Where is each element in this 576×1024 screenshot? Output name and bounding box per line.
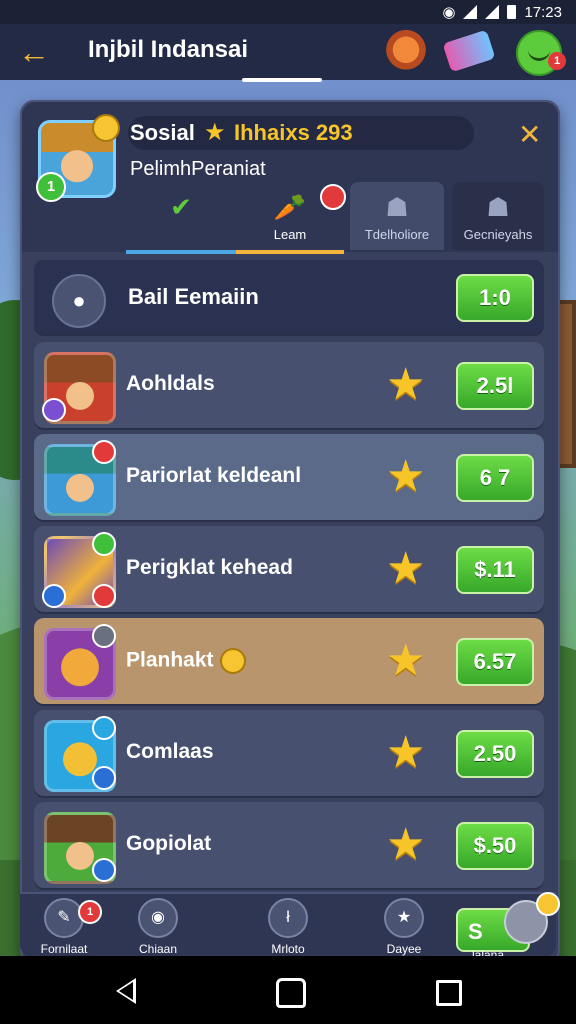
pen-icon: ✎ — [44, 898, 84, 938]
coin-badge-icon — [92, 114, 120, 142]
item-name: Pariorlat keldeanl — [126, 464, 302, 487]
nav-label: Fornilaat — [40, 942, 88, 956]
nav-label: Chiaan — [138, 942, 178, 956]
nav-label: Dayee — [386, 942, 422, 956]
star-nav-icon: ★ — [384, 898, 424, 938]
tab-badge — [320, 184, 346, 210]
score-button[interactable]: 2.50 — [456, 730, 534, 778]
fox-avatar-icon[interactable] — [384, 30, 428, 74]
tab-leam[interactable]: 🥕 Leam — [236, 182, 346, 254]
profile-name: Sosial — [130, 120, 195, 145]
item-name: Planhakt — [126, 648, 246, 674]
list-item-highlighted[interactable]: Planhakt ★ 6.57 — [34, 618, 544, 704]
panel-header: 1 Sosial ★ Ihhaixs 293 ✕ PelimhPeraniat … — [22, 102, 558, 254]
system-home-icon[interactable] — [276, 978, 306, 1008]
status-dot-icon — [92, 624, 116, 648]
score-button[interactable]: $.11 — [456, 546, 534, 594]
star-icon: ★ — [386, 820, 426, 869]
gem-icon[interactable] — [442, 29, 496, 73]
eye-icon: ◉ — [138, 898, 178, 938]
score-button[interactable]: 6.57 — [456, 638, 534, 686]
list-item[interactable]: Gopiolat ★ $.50 — [34, 802, 544, 888]
score-button[interactable]: 6 7 — [456, 454, 534, 502]
list-item[interactable]: Pariorlat keldeanl ★ 6 7 — [34, 434, 544, 520]
close-icon[interactable]: ✕ — [518, 118, 541, 151]
nav-item-chiaan[interactable]: ◉ Chiaan — [118, 898, 198, 956]
star-icon: ★ — [386, 360, 426, 409]
coin-icon — [219, 648, 246, 674]
list-item[interactable]: Aohldals ★ 2.5l — [34, 342, 544, 428]
group-gear-icon: ☗ — [486, 192, 510, 222]
tool-icon: ł — [268, 898, 308, 938]
battery-icon — [507, 5, 517, 19]
signal-icon — [463, 5, 478, 19]
list-header-label: Bail Eemaiin — [128, 284, 259, 309]
score-button[interactable]: 2.5l — [456, 362, 534, 410]
tab-bar: ✔ 🥕 Leam ☗ Tdelholiore ☗ Gecnieyahs — [126, 182, 544, 254]
status-icons: ◉ 17:23 — [442, 3, 562, 22]
star-icon: ★ — [386, 452, 426, 501]
item-name-text: Planhakt — [126, 648, 214, 672]
chat-bubble-icon: ● — [52, 274, 106, 328]
bottom-nav: ✎ Fornilaat 1 ◉ Chiaan ł Mrloto ★ Dayee … — [20, 892, 560, 962]
list-header-score[interactable]: 1:0 — [456, 274, 534, 322]
alert-badge-icon — [92, 584, 116, 608]
carrot-icon: 🥕 — [273, 192, 307, 222]
star-icon: ★ — [386, 636, 426, 685]
score-button[interactable]: $.50 — [456, 822, 534, 870]
profile-rank: Ihhaixs 293 — [234, 120, 353, 145]
star-icon: ★ — [386, 728, 426, 777]
item-name: Aohldals — [126, 372, 215, 395]
page-title: Injbil Indansai — [88, 36, 249, 63]
plus-badge-icon — [42, 398, 66, 422]
system-recents-icon[interactable] — [436, 980, 462, 1006]
tab-label: Gecnieyahs — [463, 227, 533, 242]
star-icon: ★ — [204, 119, 226, 146]
group-icon: ☗ — [385, 192, 409, 222]
nav-item-dayee[interactable]: ★ Dayee — [364, 898, 444, 956]
system-nav-bar — [0, 956, 576, 1024]
list-item[interactable]: Comlaas ★ 2.50 — [34, 710, 544, 796]
list-header-row[interactable]: ● Bail Eemaiin 1:0 — [34, 260, 544, 334]
item-name: Comlaas — [126, 740, 214, 763]
item-name: Perigklat kehead — [126, 556, 293, 579]
nav-item-mrloto[interactable]: ł Mrloto — [248, 898, 328, 956]
smile-badge-icon — [536, 892, 560, 916]
notification-badge: 1 — [548, 52, 566, 70]
tab-label: Leam — [273, 227, 307, 242]
check-badge-icon — [92, 716, 116, 740]
drag-handle[interactable] — [242, 78, 322, 82]
status-bar: ◉ 17:23 — [0, 0, 576, 24]
tab-label: Tdelholiore — [364, 227, 430, 242]
level-badge: 1 — [36, 172, 66, 202]
item-name: Gopiolat — [126, 832, 212, 855]
signal-icon-2 — [485, 5, 500, 19]
social-panel: 1 Sosial ★ Ihhaixs 293 ✕ PelimhPeraniat … — [20, 100, 560, 964]
nav-badge: 1 — [78, 900, 102, 924]
alert-badge-icon — [92, 440, 116, 464]
top-bar: ← Injbil Indansai 1 — [0, 24, 576, 80]
profile-subtitle: PelimhPeraniat — [130, 158, 266, 180]
plus-badge-icon — [92, 532, 116, 556]
chat-badge-icon — [92, 858, 116, 882]
tab-tdelholiore[interactable]: ☗ Tdelholiore — [350, 182, 444, 250]
wifi-icon: ◉ — [442, 4, 456, 21]
system-back-icon[interactable] — [116, 978, 136, 1004]
list-item[interactable]: Perigklat kehead ★ $.11 — [34, 526, 544, 612]
star-icon: ★ — [386, 544, 426, 593]
arrow-left-icon[interactable]: ← — [18, 34, 54, 70]
tab-friends[interactable]: ✔ — [126, 182, 236, 254]
chat-badge-icon — [92, 766, 116, 790]
tab-gecnieyahs[interactable]: ☗ Gecnieyahs — [452, 182, 544, 250]
nav-label: Mrloto — [271, 942, 305, 956]
shield-badge-icon — [42, 584, 66, 608]
status-time: 17:23 — [524, 3, 562, 21]
check-icon: ✔ — [170, 192, 192, 222]
